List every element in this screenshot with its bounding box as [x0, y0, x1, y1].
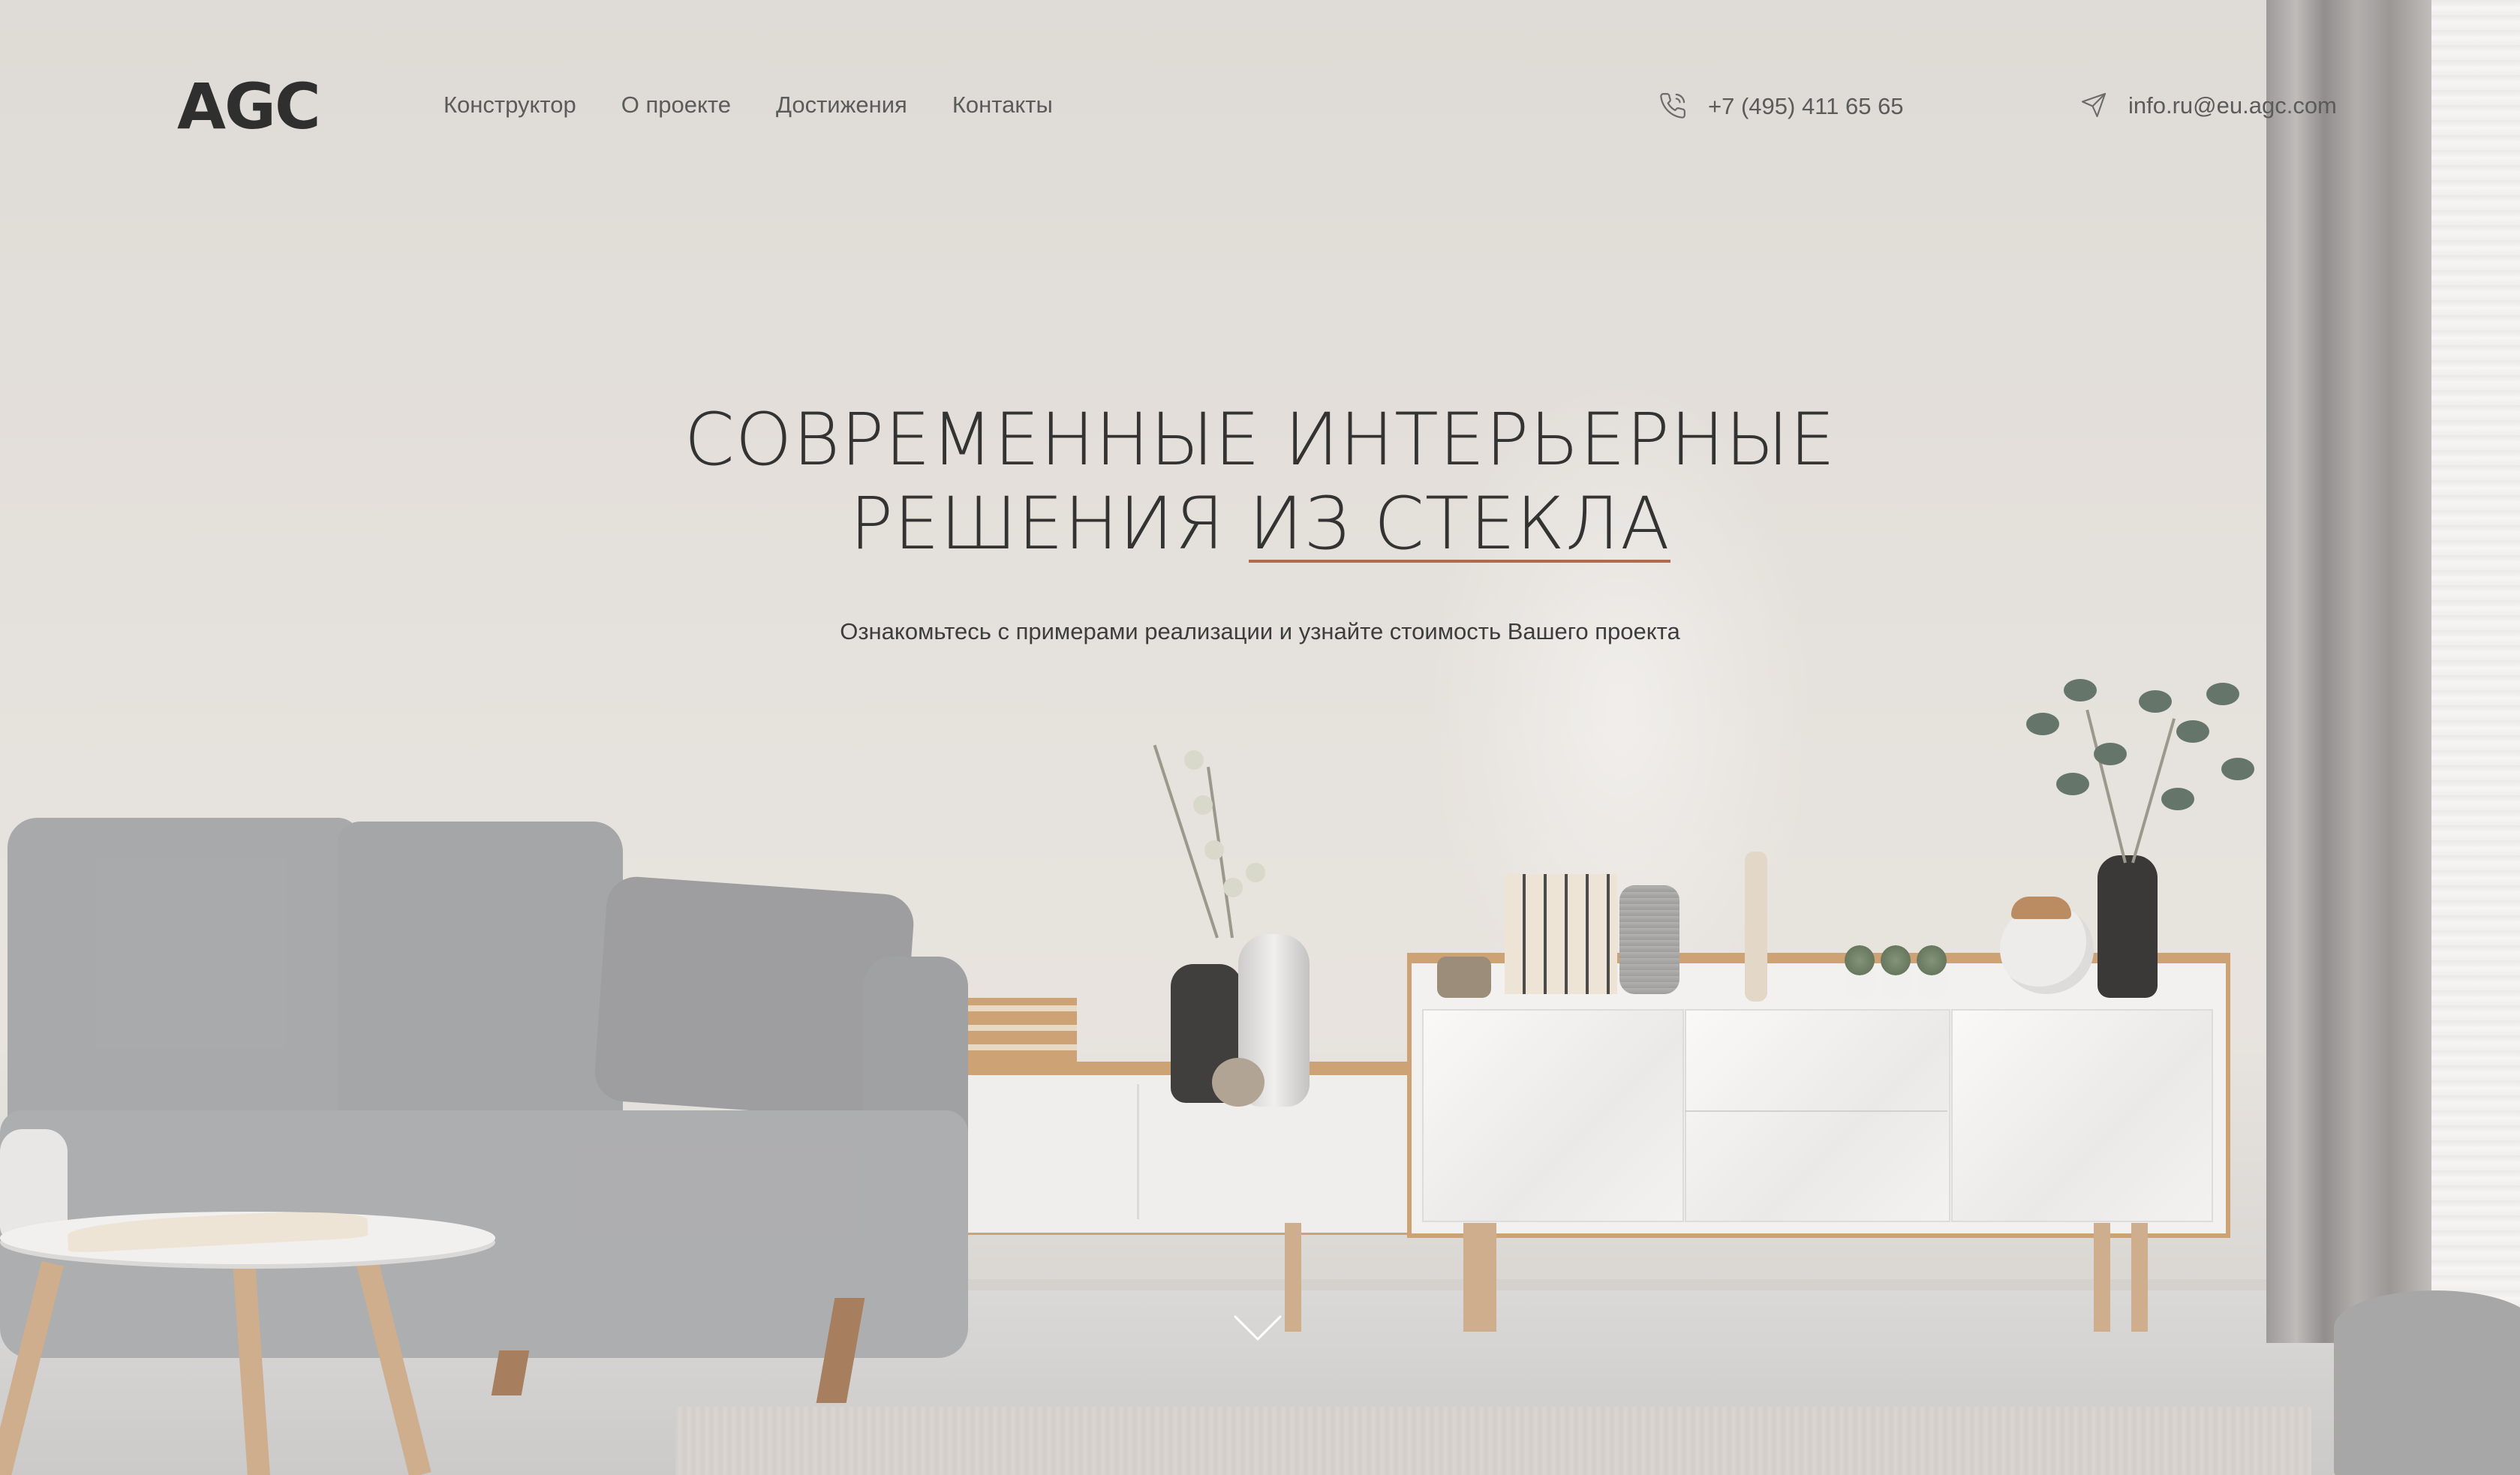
- hero-title: СОВРЕМЕННЫЕ ИНТЕРЬЕРНЫЕ РЕШЕНИЯ ИЗ СТЕКЛ…: [510, 398, 2010, 566]
- image-overlay: [0, 0, 2520, 1475]
- main-nav: Конструктор О проекте Достижения Контакт…: [444, 93, 1053, 116]
- paper-plane-icon: [2080, 92, 2107, 119]
- hero-title-accent: ИЗ СТЕКЛА: [1248, 482, 1670, 566]
- nav-item-achievements[interactable]: Достижения: [776, 93, 907, 116]
- phone-icon: [1658, 92, 1687, 120]
- chevron-down-icon[interactable]: [1233, 1314, 1283, 1341]
- email-contact[interactable]: info.ru@eu.agc.com: [2080, 92, 2337, 119]
- nav-item-about[interactable]: О проекте: [621, 93, 731, 116]
- nav-item-contacts[interactable]: Контакты: [952, 93, 1053, 116]
- phone-contact[interactable]: +7 (495) 411 65 65: [1658, 92, 1904, 120]
- email-address[interactable]: info.ru@eu.agc.com: [2128, 94, 2337, 117]
- nav-item-constructor[interactable]: Конструктор: [444, 93, 576, 116]
- hero-subtitle: Ознакомьтесь с примерами реализации и уз…: [840, 618, 1680, 644]
- hero-background-image: [0, 0, 2520, 1475]
- logo[interactable]: AGC: [177, 75, 321, 138]
- hero-title-line2: РЕШЕНИЯ ИЗ СТЕКЛА: [510, 482, 2010, 566]
- phone-number[interactable]: +7 (495) 411 65 65: [1708, 95, 1904, 118]
- hero-title-line1: СОВРЕМЕННЫЕ ИНТЕРЬЕРНЫЕ: [684, 398, 1836, 482]
- hero-title-line2-plain: РЕШЕНИЯ: [850, 482, 1249, 566]
